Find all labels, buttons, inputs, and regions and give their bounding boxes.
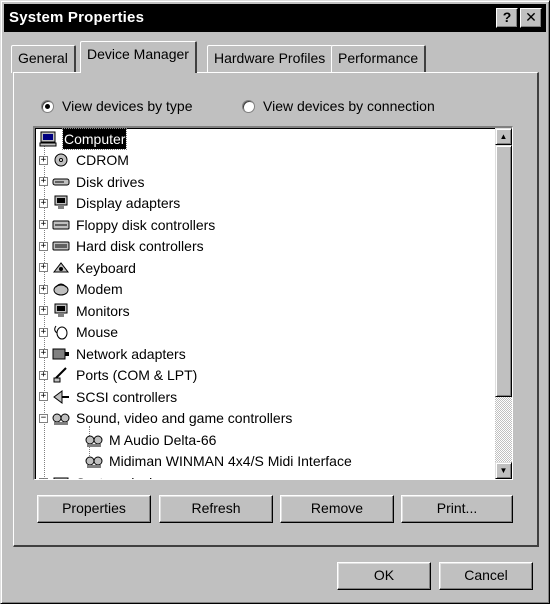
view-by-connection-option[interactable]: View devices by connection: [242, 96, 435, 116]
tree-scrollbar[interactable]: ▲ ▼: [495, 128, 512, 479]
monitor-icon: [54, 303, 68, 317]
help-button[interactable]: ?: [496, 8, 518, 28]
tree-item[interactable]: + Monitors: [39, 301, 130, 321]
modem-icon: [53, 283, 69, 296]
tree-item[interactable]: + SCSI controllers: [39, 387, 177, 407]
tree-item[interactable]: + Keyboard: [39, 258, 136, 278]
tree-item-label: Sound, video and game controllers: [76, 410, 293, 426]
tree-item-label: Hard disk controllers: [76, 238, 204, 254]
tree-item-label: Modem: [76, 281, 123, 297]
mouse-icon: [54, 325, 68, 340]
tree-item[interactable]: + Modem: [39, 279, 123, 299]
scroll-down-button[interactable]: ▼: [495, 462, 512, 479]
expand-toggle[interactable]: +: [39, 155, 48, 165]
expand-toggle[interactable]: +: [39, 198, 48, 208]
view-by-type-option[interactable]: View devices by type: [41, 96, 192, 116]
print-button[interactable]: Print...: [401, 495, 513, 523]
expand-toggle[interactable]: +: [39, 370, 48, 380]
expand-toggle[interactable]: +: [39, 284, 48, 294]
tree-item[interactable]: + Display adapters: [39, 193, 180, 213]
tree-item[interactable]: + Floppy disk controllers: [39, 215, 215, 235]
tree-item-partial[interactable]: + System devices: [39, 473, 174, 480]
tree-item-label: Network adapters: [76, 345, 186, 362]
cdrom-icon: [54, 153, 68, 167]
tree-child-item[interactable]: Midiman WINMAN 4x4/S Midi Interface: [85, 451, 352, 471]
cancel-button[interactable]: Cancel: [439, 562, 533, 590]
tree-item-label: M Audio Delta-66: [109, 431, 217, 448]
tree-item-label: System devices: [76, 473, 174, 480]
tree-item[interactable]: + CDROM: [39, 150, 129, 170]
keyboard-icon: [52, 261, 70, 272]
close-button[interactable]: ✕: [520, 8, 542, 28]
tree-item[interactable]: + Network adapters: [39, 344, 186, 364]
tree-item[interactable]: + Ports (COM & LPT): [39, 365, 197, 385]
tree-item-label: Computer: [61, 128, 128, 150]
display-adapter-icon: [54, 195, 68, 209]
view-by-connection-label: View devices by connection: [263, 98, 435, 114]
refresh-button[interactable]: Refresh: [159, 495, 273, 523]
expand-toggle[interactable]: +: [39, 392, 48, 401]
expand-toggle[interactable]: +: [39, 177, 48, 186]
scsi-icon: [53, 389, 69, 404]
tree-item-label: Ports (COM & LPT): [76, 367, 198, 383]
scroll-up-button[interactable]: ▲: [495, 128, 512, 145]
tree-item-label: Floppy disk controllers: [76, 216, 216, 233]
tree-root-computer[interactable]: Computer: [39, 128, 128, 150]
expand-toggle[interactable]: +: [39, 241, 48, 251]
sound-device-icon: [85, 435, 103, 447]
title-bar[interactable]: System Properties ? ✕: [4, 4, 546, 32]
view-by-type-label: View devices by type: [62, 98, 193, 114]
tree-item-label: Monitors: [76, 302, 130, 319]
remove-button[interactable]: Remove: [280, 495, 394, 523]
properties-button[interactable]: Properties: [37, 495, 151, 523]
hard-disk-controller-icon: [52, 241, 70, 251]
network-adapter-icon: [52, 348, 69, 359]
sound-device-icon: [85, 456, 103, 468]
view-by-type-radio[interactable]: [41, 99, 54, 113]
window-title: System Properties: [9, 9, 145, 26]
tree-item[interactable]: − Sound, video and game controllers: [39, 408, 292, 428]
floppy-controller-icon: [52, 220, 70, 229]
device-tree[interactable]: Computer + CDROM + Disk drives + Display adap…: [33, 126, 513, 480]
tree-item-label: Keyboard: [76, 259, 136, 276]
expand-toggle[interactable]: +: [39, 327, 48, 337]
ports-icon: [53, 367, 67, 383]
tab-hardware-profiles[interactable]: Hardware Profiles: [207, 45, 334, 73]
tab-performance[interactable]: Performance: [331, 45, 427, 73]
tree-item-label: Midiman WINMAN 4x4/S Midi Interface: [109, 453, 352, 469]
tree-item[interactable]: + Mouse: [39, 322, 118, 342]
tree-item[interactable]: + Disk drives: [39, 172, 144, 192]
expand-toggle[interactable]: +: [39, 306, 48, 315]
ok-button[interactable]: OK: [337, 562, 431, 590]
tab-general[interactable]: General: [11, 45, 76, 73]
system-devices-icon: [53, 477, 69, 479]
view-by-connection-radio[interactable]: [242, 99, 255, 113]
expand-toggle[interactable]: −: [39, 413, 48, 423]
expand-toggle[interactable]: +: [39, 478, 48, 479]
system-properties-window: System Properties ? ✕ General Device Man…: [0, 0, 550, 604]
tree-item[interactable]: + Hard disk controllers: [39, 236, 204, 256]
expand-toggle[interactable]: +: [39, 263, 48, 272]
sound-icon: [52, 413, 70, 425]
tree-item-label: SCSI controllers: [76, 388, 178, 405]
tree-child-item[interactable]: M Audio Delta-66: [85, 430, 216, 450]
expand-toggle[interactable]: +: [39, 220, 48, 229]
scroll-thumb[interactable]: [495, 145, 512, 397]
tree-item-label: Mouse: [76, 324, 119, 340]
tab-device-manager[interactable]: Device Manager: [80, 41, 197, 73]
tree-item-label: Display adapters: [76, 195, 181, 211]
computer-icon: [39, 131, 57, 147]
device-manager-panel: View devices by type View devices by con…: [13, 72, 539, 547]
disk-drive-icon: [52, 178, 70, 185]
tree-item-label: Disk drives: [76, 173, 145, 190]
expand-toggle[interactable]: +: [39, 349, 48, 358]
tree-item-label: CDROM: [76, 152, 129, 168]
